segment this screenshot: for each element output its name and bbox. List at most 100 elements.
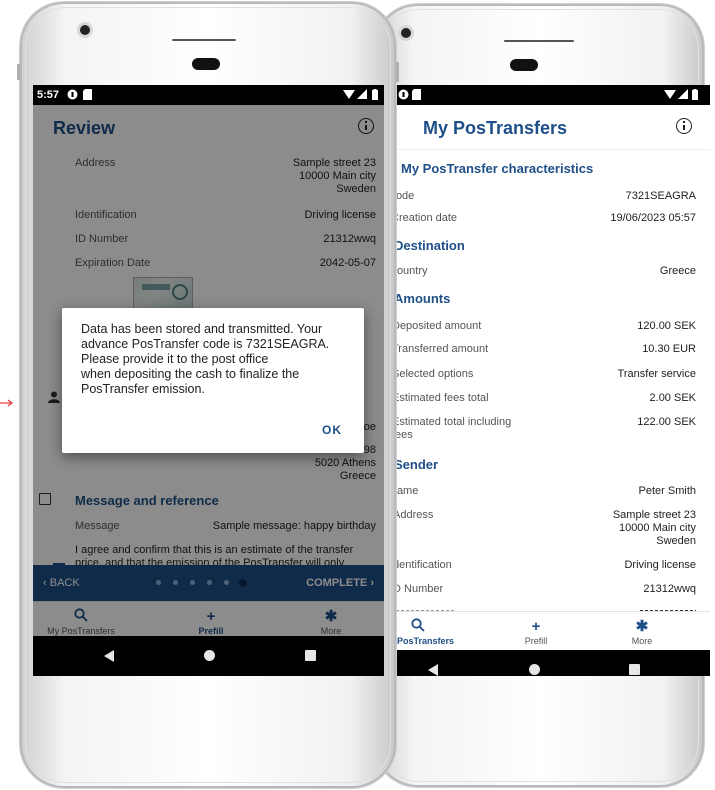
nav-more[interactable]: ✱ More [602,618,682,646]
address-label: Address [396,509,434,521]
home-icon[interactable] [204,650,215,661]
section-message: Message and reference [75,493,219,508]
status-bar: 5:57 [33,85,384,105]
id-number-label: ID Number [75,233,129,245]
step-dot [156,580,161,585]
step-dot [190,580,195,585]
search-icon [396,618,458,636]
earpiece [192,58,220,70]
arrow-icon [0,399,13,407]
identification-value: Driving license [304,209,376,221]
section-amounts: Amounts [396,291,451,306]
ok-button[interactable]: OK [322,423,342,437]
person-icon [48,391,60,403]
nav-prefill[interactable]: + Prefill [496,618,576,646]
fees-label: Estimated fees total [396,392,489,404]
camera-icon [401,28,411,38]
status-bar [396,85,710,105]
id-number-label: ID Number [396,583,444,595]
home-icon[interactable] [529,664,540,675]
id-number-value: 21312wwq [643,583,696,595]
receiver-code-partial: 98 [363,444,376,456]
code-label: Code [396,190,415,202]
fees-value: 2.00 SEK [649,392,696,404]
bottom-nav: My PosTransfers + Prefill ✱ More [33,601,384,637]
earpiece [510,59,538,71]
back-icon[interactable] [104,650,114,662]
address-line1: Sample street 23 [292,157,376,169]
agree-line2: price, and that the emission of the PosT… [75,557,345,565]
battery-icon [372,89,378,100]
expiration-value: 2042-05-07 [319,257,376,269]
name-value: Peter Smith [638,485,696,497]
name-label: Name [396,485,419,497]
transferred-label: Transferred amount [396,343,489,355]
gear-icon: ✱ [324,608,338,625]
back-button[interactable]: ‹ BACK [43,577,80,589]
wizard-bar: ‹ BACK COMPLETE › [33,565,384,601]
search-icon [41,608,121,626]
creation-value: 19/06/2023 05:57 [610,212,696,224]
address-line3: Sweden [656,535,696,547]
system-nav-bar [396,650,710,676]
sd-card-icon [83,89,92,100]
section-destination: Destination [396,238,465,253]
plus-icon: + [531,618,541,635]
options-label: Selected options [396,368,474,380]
license-thumbnail [133,277,193,309]
total-label-line1: Estimated total including [396,416,512,428]
deposited-label: Deposited amount [396,320,482,332]
agree-line1: I agree and confirm that this is an esti… [75,544,354,556]
notification-icon [398,89,409,100]
app-bar: My PosTransfers [396,105,710,150]
expiration-label: Expiration Date [75,257,151,269]
code-value: 7321SEAGRA [625,190,696,202]
confirmation-dialog: Data has been stored and transmitted. Yo… [62,308,364,453]
info-icon[interactable] [676,118,692,134]
message-icon [39,493,51,505]
nav-label: Prefill [524,636,548,646]
nav-my-postransfers[interactable]: My PosTransfers [41,608,121,636]
signal-icon [357,89,367,99]
info-icon[interactable] [358,118,374,134]
recents-icon[interactable] [305,650,316,661]
nav-my-postransfers[interactable]: My PosTransfers [396,618,458,646]
plus-icon: + [206,608,216,625]
recents-icon[interactable] [629,664,640,675]
step-dot [207,580,212,585]
receiver-country: Greece [339,470,376,482]
identification-value: Driving license [624,559,696,571]
section-characteristics: My PosTransfer characteristics [401,161,594,176]
message-value: Sample message: happy birthday [212,520,376,532]
back-icon[interactable] [428,664,438,676]
nav-more[interactable]: ✱ More [291,608,371,636]
battery-icon [692,89,698,100]
country-label: Country [396,265,428,277]
address-line3: Sweden [336,183,376,195]
receiver-name-partial: oe [363,421,376,433]
address-line1: Sample street 23 [612,509,696,521]
creation-label: Creation date [396,212,458,224]
id-number-value: 21312wwq [323,233,376,245]
nav-prefill[interactable]: + Prefill [171,608,251,636]
complete-button[interactable]: COMPLETE › [306,577,374,589]
country-value: Greece [659,265,696,277]
address-line2: 10000 Main city [298,170,376,182]
nav-label: More [320,626,342,636]
dialog-message: Data has been stored and transmitted. Yo… [81,322,330,396]
screen-right: My PosTransfers My PosTransfer character… [396,85,710,676]
speaker [172,39,236,41]
page-title: Review [53,118,116,138]
sd-card-icon [412,89,421,100]
step-dot [224,580,229,585]
speaker [504,40,574,42]
options-value: Transfer service [617,368,696,380]
step-dot-active [239,578,247,587]
total-label-line2: fees [396,429,413,441]
status-time: 5:57 [37,89,60,101]
wifi-icon [343,90,355,99]
receiver-city: 5020 Athens [314,457,376,469]
transferred-value: 10.30 EUR [642,343,696,355]
camera-icon [80,25,90,35]
bottom-nav: My PosTransfers + Prefill ✱ More [396,611,710,651]
